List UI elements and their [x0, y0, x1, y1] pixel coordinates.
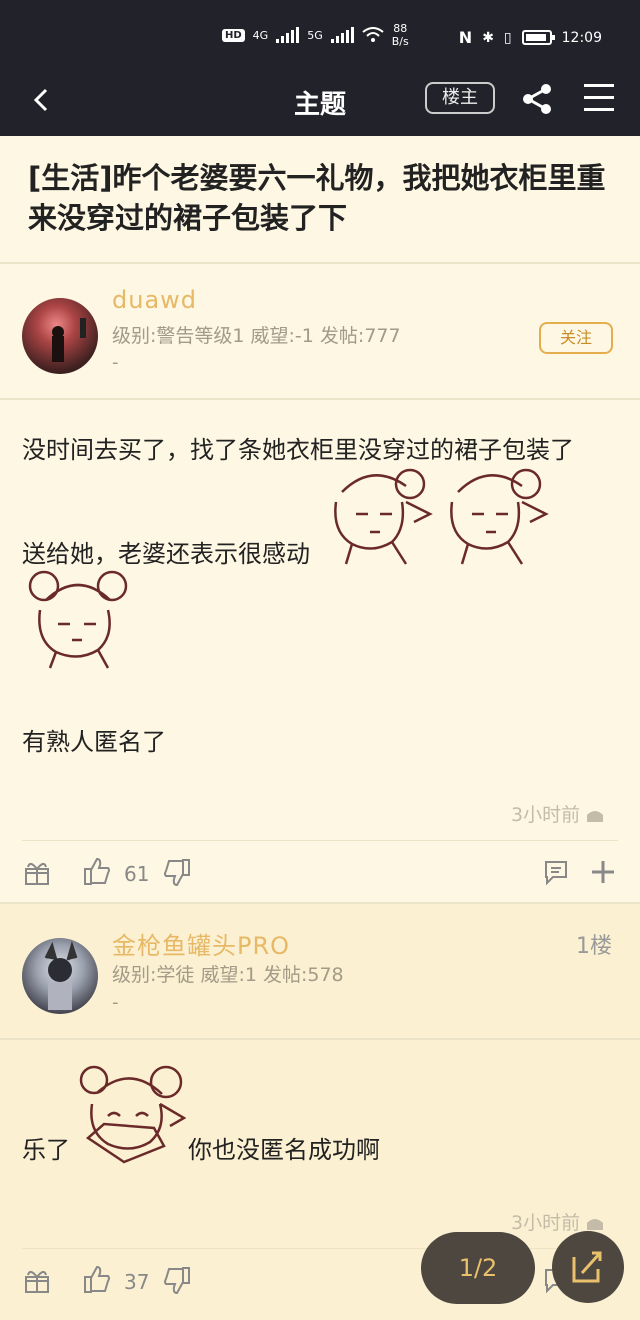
divider: [0, 262, 640, 264]
emoji-sticker: [450, 468, 549, 565]
like-count: 61: [124, 862, 150, 886]
post-text-line: 有熟人匿名了: [22, 728, 166, 756]
share-icon[interactable]: [520, 82, 554, 116]
emoji-sticker: [334, 468, 433, 565]
avatar-image: [44, 940, 78, 1010]
clock: 12:09: [561, 29, 602, 46]
avatar-image: [52, 318, 86, 362]
net-speed: 88 B/s: [392, 22, 409, 48]
emoji-sticker: [79, 1065, 186, 1164]
avatar[interactable]: [22, 938, 98, 1014]
emoji-sticker: [28, 570, 128, 669]
net-speed-unit: B/s: [391, 35, 409, 48]
author-name[interactable]: duawd: [112, 286, 197, 314]
page-indicator-button[interactable]: 1/2: [421, 1232, 535, 1304]
bluetooth-icon: ✱: [482, 29, 494, 46]
thumbs-up-icon[interactable]: [82, 856, 112, 886]
post-time: 3小时前: [511, 800, 606, 827]
avatar[interactable]: [22, 298, 98, 374]
comment-icon[interactable]: [543, 857, 569, 887]
wifi-icon: [362, 27, 384, 42]
net-speed-value: 88: [393, 22, 408, 35]
net-5g-label: 5G: [307, 28, 323, 42]
like-count: 37: [124, 1270, 150, 1294]
follow-button[interactable]: 关注: [539, 322, 613, 354]
author-meta: 级别:学徒 威望:1 发帖:578: [112, 964, 344, 986]
status-bar: HD 4G 5G 88 B/s N ✱ ▯ 12:09: [0, 0, 640, 64]
plus-icon[interactable]: [590, 857, 616, 887]
gift-icon[interactable]: [24, 1266, 50, 1296]
post-text-line: 你也没匿名成功啊: [188, 1136, 380, 1164]
post-text-line: 没时间去买了，找了条她衣柜里没穿过的裙子包装了: [22, 436, 574, 464]
thumbs-down-icon[interactable]: [162, 1266, 192, 1296]
author-signature: -: [112, 992, 119, 1013]
gift-icon[interactable]: [24, 858, 50, 888]
menu-icon[interactable]: [584, 84, 614, 112]
post-time-label: 3小时前: [511, 804, 581, 826]
net-4g-label: 4G: [252, 28, 269, 42]
nfc-icon: N: [458, 28, 473, 47]
battery-icon: [521, 30, 555, 45]
signal-icon: [276, 27, 300, 43]
author-signature: -: [112, 352, 119, 373]
network-indicators: HD 4G 5G 88 B/s: [222, 22, 409, 48]
signal-icon-2: [330, 27, 354, 43]
author-meta: 级别:警告等级1 威望:-1 发帖:777: [112, 325, 401, 347]
author-name[interactable]: 金枪鱼罐头PRO: [112, 926, 290, 961]
top-nav-bar: 主题 楼主: [0, 64, 640, 136]
divider: [0, 902, 640, 904]
thumbs-up-icon[interactable]: [82, 1264, 112, 1294]
post-text-line: 乐了: [22, 1136, 70, 1164]
divider: [0, 1038, 640, 1040]
edit-icon: [572, 1251, 602, 1283]
vibrate-icon: ▯: [503, 29, 512, 46]
divider: [0, 398, 640, 400]
divider: [22, 840, 618, 841]
android-icon: [587, 1218, 604, 1230]
thumbs-down-icon[interactable]: [162, 858, 192, 888]
compose-button[interactable]: [552, 1231, 624, 1303]
android-icon: [587, 810, 604, 822]
hd-badge: HD: [222, 28, 245, 42]
floor-number: 1楼: [576, 934, 612, 959]
only-op-button[interactable]: 楼主: [425, 82, 495, 114]
thread-title: [生活]昨个老婆要六一礼物，我把她衣柜里重来没穿过的裙子包装了下: [28, 161, 606, 235]
post-text-line: 送给她，老婆还表示很感动: [22, 540, 310, 568]
system-indicators: N ✱ ▯ 12:09: [459, 28, 602, 47]
